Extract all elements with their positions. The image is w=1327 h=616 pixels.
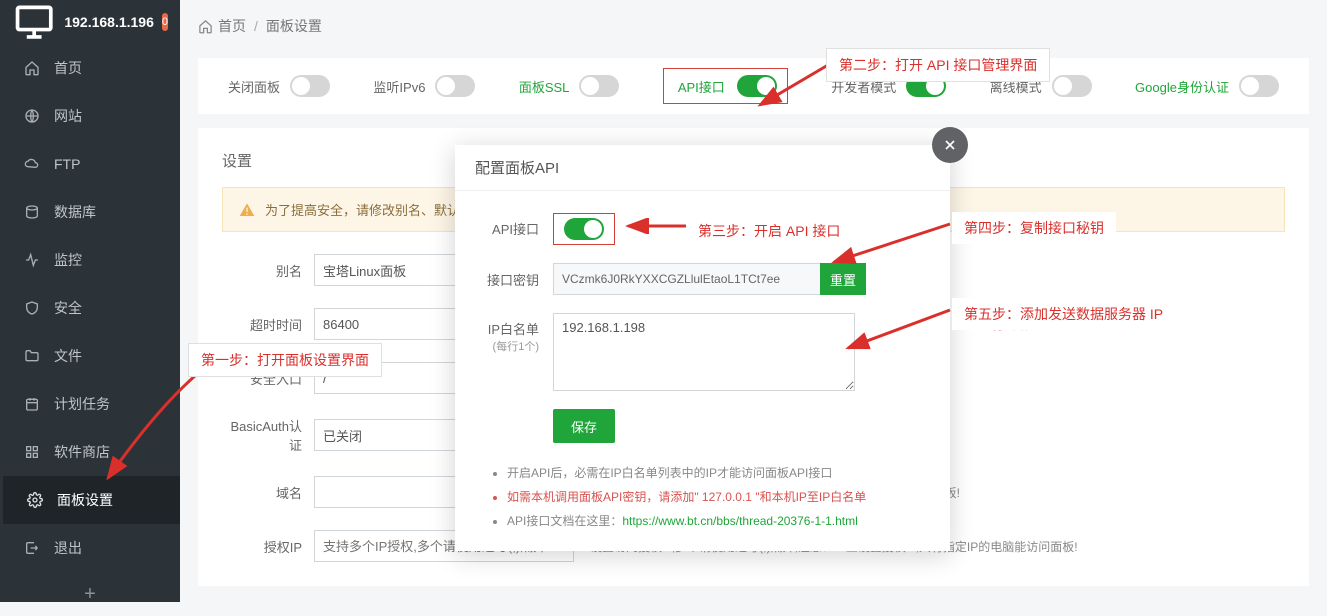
sidebar-item-label: 软件商店 <box>54 442 110 462</box>
sidebar-item-label: 网站 <box>54 106 82 126</box>
api-switch-highlighted <box>553 213 615 245</box>
field-label: 域名 <box>222 483 314 502</box>
field-label: 接口密钥 <box>479 270 553 289</box>
toggle-label: 监听IPv6 <box>373 77 425 96</box>
field-label: 授权IP <box>222 537 314 556</box>
api-config-modal: 配置面板API API接口 接口密钥 重置 IP白名单(每行1个) 保存 开启A… <box>455 145 950 551</box>
sidebar-item-database[interactable]: 数据库 <box>0 188 180 236</box>
breadcrumb-current: 面板设置 <box>266 16 322 36</box>
cloud-icon <box>24 156 40 172</box>
api-doc-link[interactable]: https://www.bt.cn/bbs/thread-20376-1-1.h… <box>622 514 857 528</box>
sidebar-item-security[interactable]: 安全 <box>0 284 180 332</box>
sidebar-add-button[interactable]: + <box>0 572 180 616</box>
toggle-label: Google身份认证 <box>1135 77 1229 96</box>
note-item: API接口文档在这里：https://www.bt.cn/bbs/thread-… <box>507 509 926 533</box>
note-item: 如需本机调用面板API密钥，请添加" 127.0.0.1 "和本机IP至IP白名… <box>507 485 926 509</box>
sidebar-item-cron[interactable]: 计划任务 <box>0 380 180 428</box>
field-label: API接口 <box>479 213 553 238</box>
server-ip: 192.168.1.196 <box>64 14 154 30</box>
toggle-google: Google身份认证 <box>1135 75 1279 97</box>
annotation-step3: 第三步：开启 API 接口 <box>686 215 852 247</box>
reset-key-button[interactable]: 重置 <box>820 263 866 295</box>
field-label: BasicAuth认证 <box>222 416 314 454</box>
toggle-ssl: 面板SSL <box>519 75 620 97</box>
switch-ipv6[interactable] <box>435 75 475 97</box>
folder-icon <box>24 348 40 364</box>
save-button[interactable]: 保存 <box>553 409 615 443</box>
sidebar-item-ftp[interactable]: FTP <box>0 140 180 188</box>
sidebar-item-files[interactable]: 文件 <box>0 332 180 380</box>
modal-row-ip: IP白名单(每行1个) <box>479 313 926 391</box>
breadcrumb: 首页 / 面板设置 <box>198 0 1309 52</box>
sidebar-item-website[interactable]: 网站 <box>0 92 180 140</box>
warning-icon <box>239 202 255 218</box>
sidebar-header: 192.168.1.196 0 <box>0 0 180 44</box>
gear-icon <box>27 492 43 508</box>
activity-icon <box>24 252 40 268</box>
toggle-close-panel: 关闭面板 <box>228 75 330 97</box>
toggle-row: 关闭面板 监听IPv6 面板SSL API接口 开发者模式 离线模式 Googl… <box>198 58 1309 114</box>
warning-text: 为了提高安全，请修改别名、默认端 <box>265 200 473 219</box>
switch-ssl[interactable] <box>579 75 619 97</box>
database-icon <box>24 204 40 220</box>
sidebar-item-label: 数据库 <box>54 202 96 222</box>
modal-row-key: 接口密钥 重置 <box>479 263 926 295</box>
sidebar-item-store[interactable]: 软件商店 <box>0 428 180 476</box>
toggle-label: 关闭面板 <box>228 77 280 96</box>
breadcrumb-separator: / <box>254 18 258 34</box>
sidebar: 192.168.1.196 0 首页 网站 FTP 数据库 监控 安全 文件 计… <box>0 0 180 602</box>
annotation-step4: 第四步：复制接口秘钥 <box>952 212 1116 244</box>
sidebar-item-label: 计划任务 <box>54 394 110 414</box>
sidebar-item-label: 监控 <box>54 250 82 270</box>
sidebar-item-label: 退出 <box>54 538 82 558</box>
modal-notes: 开启API后，必需在IP白名单列表中的IP才能访问面板API接口 如需本机调用面… <box>479 461 926 533</box>
field-label: 别名 <box>222 261 314 280</box>
switch-modal-api[interactable] <box>564 218 604 240</box>
sidebar-item-logout[interactable]: 退出 <box>0 524 180 572</box>
logout-icon <box>24 540 40 556</box>
sidebar-item-label: 面板设置 <box>57 490 113 510</box>
globe-icon <box>24 108 40 124</box>
grid-icon <box>24 444 40 460</box>
breadcrumb-home[interactable]: 首页 <box>218 16 246 36</box>
switch-api[interactable] <box>737 75 777 97</box>
toggle-label: API接口 <box>678 77 725 96</box>
switch-offline[interactable] <box>1052 75 1092 97</box>
toggle-api-highlighted: API接口 <box>663 68 788 104</box>
sidebar-item-panel-settings[interactable]: 面板设置 <box>0 476 180 524</box>
sidebar-item-label: FTP <box>54 156 80 172</box>
sidebar-item-home[interactable]: 首页 <box>0 44 180 92</box>
note-item: 开启API后，必需在IP白名单列表中的IP才能访问面板API接口 <box>507 461 926 485</box>
sidebar-item-label: 首页 <box>54 58 82 78</box>
api-key-input[interactable] <box>553 263 821 295</box>
sidebar-item-label: 文件 <box>54 346 82 366</box>
modal-row-save: 保存 <box>479 409 926 443</box>
annotation-step1: 第一步：打开面板设置界面 <box>188 343 382 377</box>
annotation-step2: 第二步：打开 API 接口管理界面 <box>826 48 1050 82</box>
field-label: 超时时间 <box>222 315 314 334</box>
toggle-label: 面板SSL <box>519 77 570 96</box>
annotation-step5: 第五步：添加发送数据服务器 IP <box>952 298 1175 330</box>
calendar-icon <box>24 396 40 412</box>
modal-close-button[interactable] <box>932 127 968 163</box>
close-icon <box>942 137 958 153</box>
switch-close-panel[interactable] <box>290 75 330 97</box>
toggle-ipv6: 监听IPv6 <box>373 75 475 97</box>
ip-whitelist-textarea[interactable] <box>553 313 855 391</box>
sidebar-item-monitor[interactable]: 监控 <box>0 236 180 284</box>
modal-title: 配置面板API <box>455 145 950 191</box>
notification-badge: 0 <box>162 13 168 31</box>
sidebar-item-label: 安全 <box>54 298 82 318</box>
field-label: IP白名单(每行1个) <box>479 313 553 354</box>
home-icon <box>198 19 213 34</box>
home-icon <box>24 60 40 76</box>
switch-google[interactable] <box>1239 75 1279 97</box>
shield-icon <box>24 300 40 316</box>
monitor-icon <box>12 0 56 44</box>
